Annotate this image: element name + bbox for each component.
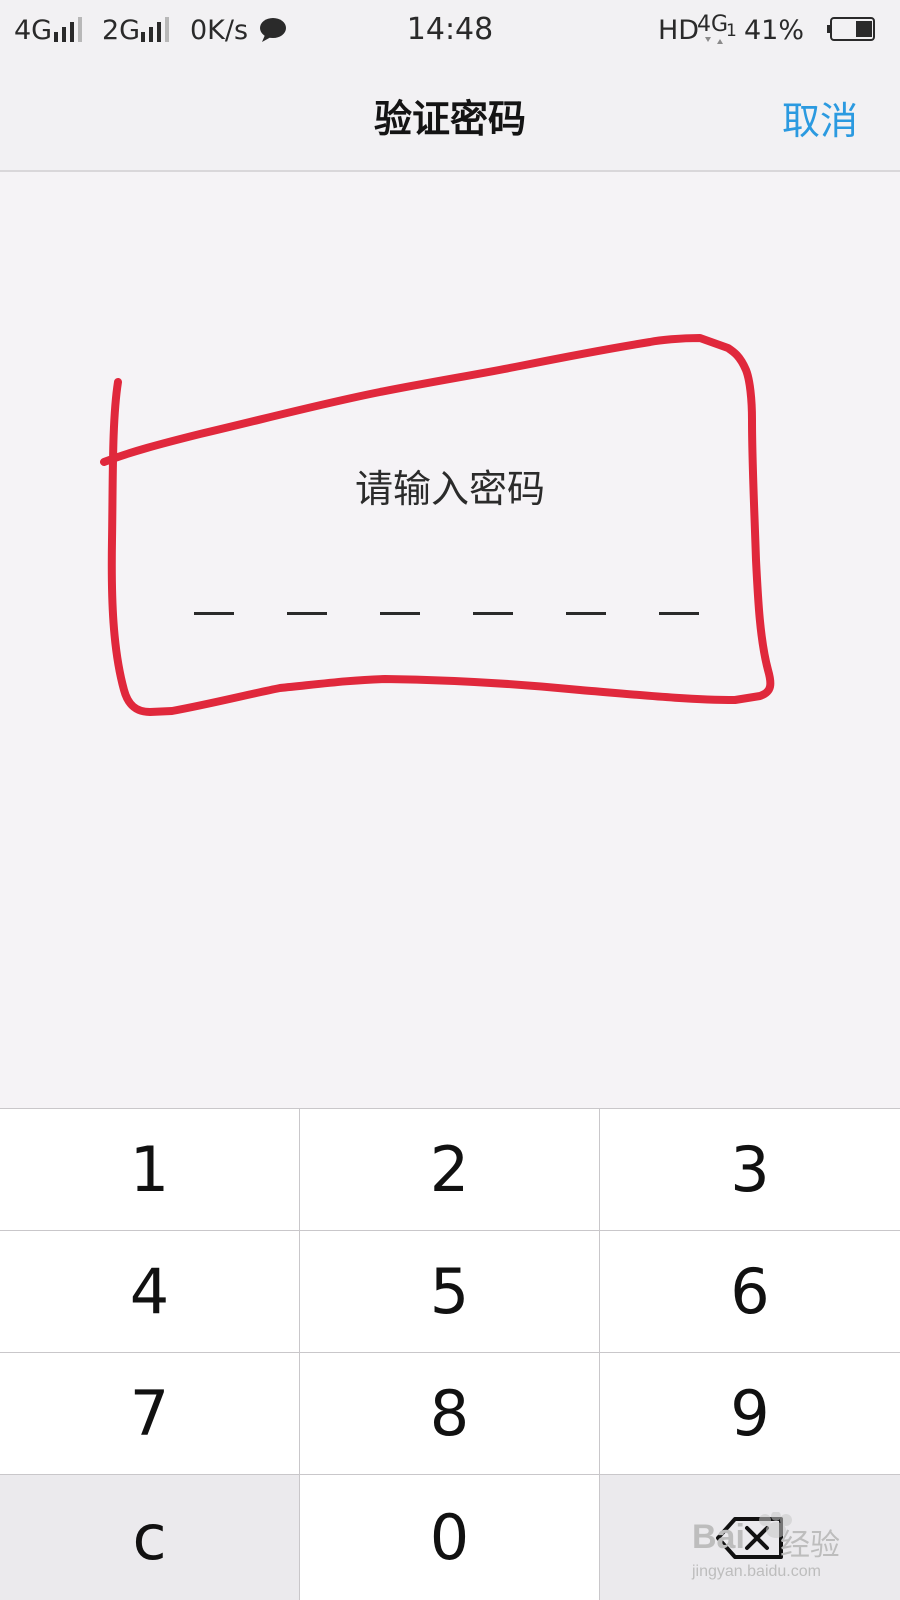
navigation-bar: 验证密码 取消 — [0, 62, 900, 172]
key-label: 2 — [429, 1132, 470, 1206]
key-label: 8 — [429, 1376, 470, 1450]
hd-label: HD — [658, 15, 700, 46]
pin-digit-slot — [287, 612, 327, 615]
key-3[interactable]: 3 — [600, 1109, 900, 1230]
data-arrows-icon — [705, 37, 723, 44]
pin-entry-field[interactable] — [194, 612, 714, 618]
key-label: 4 — [129, 1254, 170, 1328]
pin-digit-slot — [566, 612, 606, 615]
watermark-brand-2: 经验 — [780, 1529, 840, 1562]
watermark-brand: Bai — [692, 1518, 745, 1556]
cancel-button[interactable]: 取消 — [782, 90, 858, 145]
password-verify-screen: 4G 2G 0K/s 14:48 HD 4G 1 41% 验证密码 取消 请输入… — [0, 0, 900, 1600]
key-2[interactable]: 2 — [300, 1109, 599, 1230]
watermark-url: jingyan.baidu.com — [692, 1563, 821, 1580]
key-clear[interactable]: c — [0, 1475, 299, 1600]
pin-digit-slot — [473, 612, 513, 615]
key-6[interactable]: 6 — [600, 1231, 900, 1352]
pin-digit-slot — [380, 612, 420, 615]
key-label: 9 — [730, 1376, 770, 1450]
key-4[interactable]: 4 — [0, 1231, 299, 1352]
key-7[interactable]: 7 — [0, 1353, 299, 1474]
key-8[interactable]: 8 — [300, 1353, 599, 1474]
pin-digit-slot — [659, 612, 699, 615]
key-label: 0 — [429, 1501, 470, 1574]
network-right-sub: 1 — [726, 21, 737, 41]
key-label: 5 — [429, 1254, 470, 1328]
key-1[interactable]: 1 — [0, 1109, 299, 1230]
status-bar: 4G 2G 0K/s 14:48 HD 4G 1 41% — [0, 0, 900, 62]
pin-digit-slot — [194, 612, 234, 615]
battery-icon — [827, 17, 875, 41]
key-0[interactable]: 0 — [300, 1475, 599, 1600]
key-label: 1 — [129, 1132, 170, 1206]
key-label: 3 — [730, 1132, 770, 1206]
key-5[interactable]: 5 — [300, 1231, 599, 1352]
key-label: 7 — [129, 1376, 170, 1450]
key-label: 6 — [730, 1254, 770, 1328]
battery-percent: 41% — [744, 15, 805, 46]
password-prompt-label: 请输入密码 — [354, 467, 545, 511]
page-title: 验证密码 — [373, 97, 526, 141]
key-label: c — [132, 1501, 167, 1574]
key-9[interactable]: 9 — [600, 1353, 900, 1474]
